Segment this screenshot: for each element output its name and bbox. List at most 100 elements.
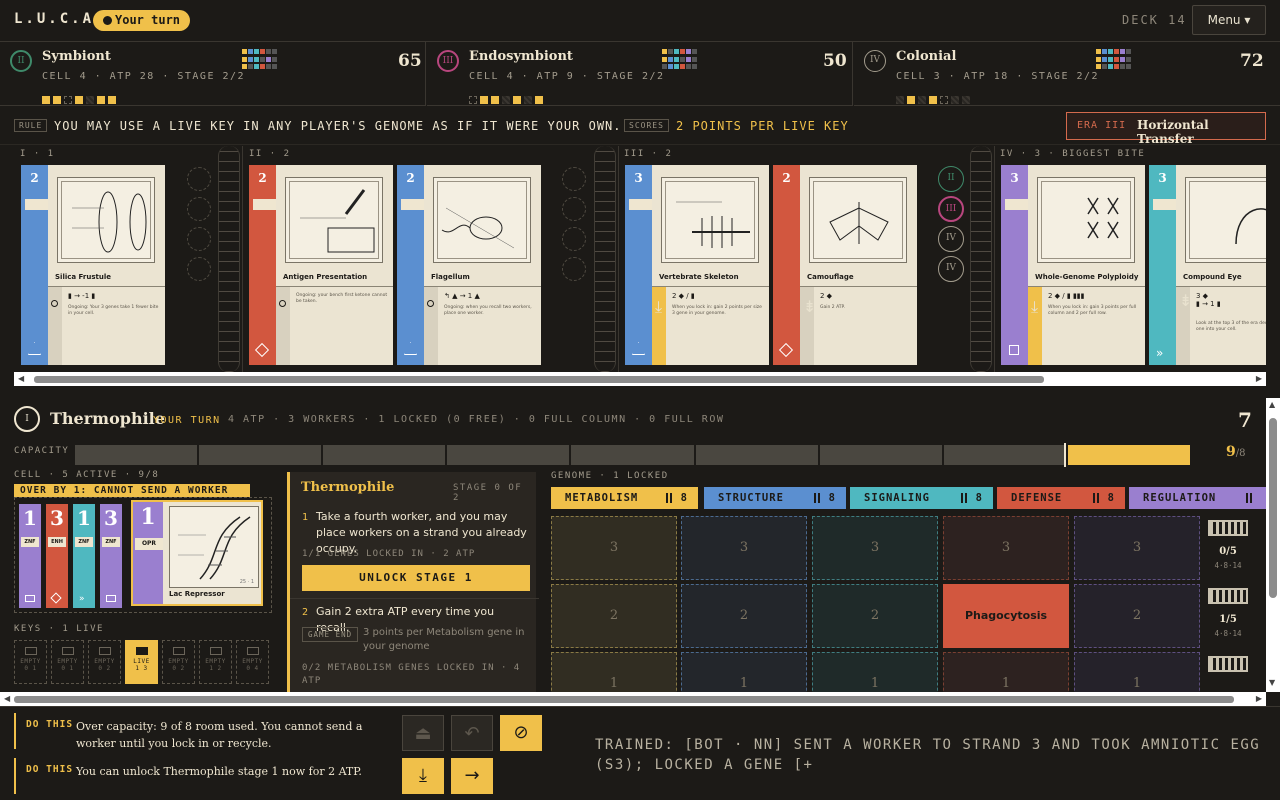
genome-slot[interactable]: 3	[551, 516, 677, 580]
deck-count: DECK 14	[1122, 13, 1187, 27]
worker-slot[interactable]	[562, 257, 586, 281]
key-icon	[98, 647, 111, 655]
cell-area[interactable]: 1 ZNF 3 ENH 1 ZNF» 3 ZNF 1 OPR 25 · 1 Lac Re…	[14, 497, 272, 613]
genome-column-metabolism[interactable]: METABOLISM 8	[551, 487, 698, 509]
capacity-segment	[695, 445, 818, 465]
send-worker-button[interactable]: ⏏	[402, 715, 444, 751]
gene-card[interactable]: 3 Whole-Genome Polyploidy ⤓ 2 ◆ / ▮ ▮▮▮ Wh…	[1001, 165, 1145, 365]
card-illustration	[809, 177, 907, 263]
scrollbar-thumb[interactable]	[14, 696, 1234, 703]
genome-slot[interactable]: 3	[812, 516, 938, 580]
genome-slot[interactable]: 2	[812, 584, 938, 648]
selected-gene-card[interactable]: 1 OPR 25 · 1 Lac Repressor	[131, 500, 263, 606]
capacity-label: CAPACITY	[14, 446, 70, 456]
gene-card[interactable]: 3 » Compound Eye ⇟ 3 ◆ ▮ → 1 ▮ Look at the …	[1149, 165, 1266, 365]
key-slot[interactable]: EMPTY 0 4	[236, 640, 269, 684]
genome-column-regulation[interactable]: REGULATION	[1129, 487, 1266, 509]
worker-token[interactable]: IV	[938, 256, 964, 282]
strand-track[interactable]: I · 1 II · 2 III · 2 IV · 3 · BIGGEST BI…	[14, 146, 1266, 372]
key-icon	[209, 647, 222, 655]
key-slot[interactable]: EMPTY 0 2	[88, 640, 121, 684]
genome-slot[interactable]: 2	[681, 584, 807, 648]
genome-slot[interactable]: 3	[681, 516, 807, 580]
player-panel-colonial[interactable]: IV Colonial 72 CELL 3 · ATP 18 · STAGE 2…	[854, 42, 1280, 106]
cell-gene-chip[interactable]: 1 ZNF	[19, 504, 41, 608]
genome-slot[interactable]: 1	[681, 652, 807, 692]
worker-token[interactable]: IV	[938, 226, 964, 252]
genome-slot[interactable]: 3	[1074, 516, 1200, 580]
scroll-left-icon[interactable]: ◀	[4, 694, 10, 703]
strand-label: II · 2	[249, 149, 291, 159]
scroll-right-icon[interactable]: ▶	[1256, 374, 1262, 383]
lock-in-button[interactable]: ⤓	[402, 758, 444, 794]
scroll-right-icon[interactable]: ▶	[1256, 694, 1262, 703]
game-end-text: 3 points per Metabolism gene in your gen…	[363, 627, 525, 652]
key-slot[interactable]: EMPTY 1 2	[199, 640, 232, 684]
worker-slot[interactable]	[562, 197, 586, 221]
era-badge: ERA III Horizontal Transfer	[1066, 112, 1266, 146]
cell-pips	[896, 89, 973, 104]
chevron-down-icon: »	[1156, 346, 1164, 360]
genome-column-signaling[interactable]: SIGNALING 8	[850, 487, 993, 509]
pass-button[interactable]: ⊘	[500, 715, 542, 751]
gene-card[interactable]: 2 Silica Frustule ▮ → -1 ▮ Ongoing: Your …	[21, 165, 165, 365]
scroll-down-icon[interactable]: ▼	[1269, 678, 1275, 687]
worker-slot[interactable]	[187, 167, 211, 191]
gene-card[interactable]: 2 Camouflage ⇟ 2 ◆ Gain 2 ATP.	[773, 165, 917, 365]
player-name: Colonial	[896, 49, 957, 64]
track-scrollbar[interactable]: ◀ ▶	[14, 372, 1266, 386]
worker-slot[interactable]	[562, 227, 586, 251]
player-stats: CELL 4 · ATP 9 · STAGE 2/2	[469, 71, 665, 82]
next-button[interactable]: →	[451, 758, 493, 794]
cell-gene-chip[interactable]: 3 ENH	[46, 504, 68, 608]
menu-button[interactable]: Menu ▾	[1192, 5, 1266, 35]
block-icon: ⊘	[513, 722, 529, 743]
cell-gene-chip[interactable]: 1 ZNF»	[73, 504, 95, 608]
key-icon	[246, 647, 259, 655]
worker-slot[interactable]	[187, 227, 211, 251]
worker-slot[interactable]	[187, 197, 211, 221]
gene-card[interactable]: 2 Antigen Presentation Ongoing: your ben…	[249, 165, 393, 365]
recall-button[interactable]: ↶	[451, 715, 493, 751]
capacity-bar	[75, 445, 1190, 465]
player-panel-symbiont[interactable]: II Symbiont 65 CELL 4 · ATP 28 · STAGE 2…	[0, 42, 426, 106]
cell-gene-chip[interactable]: 3 ZNF	[100, 504, 122, 608]
gene-card[interactable]: 3 Vertebrate Skeleton ⤓ 2 ◆ / ▮ When you l…	[625, 165, 769, 365]
unlock-stage-button[interactable]: UNLOCK STAGE 1	[302, 565, 530, 591]
genome-slot[interactable]: 1	[943, 652, 1069, 692]
key-slot[interactable]: EMPTY 0 2	[162, 640, 195, 684]
capacity-segment	[1067, 445, 1190, 465]
worker-token[interactable]: III	[938, 196, 964, 222]
key-slot-live[interactable]: LIVE 1 3	[125, 640, 158, 684]
scrollbar-thumb[interactable]	[1269, 418, 1277, 598]
genome-slot[interactable]: 1	[551, 652, 677, 692]
gene-card[interactable]: 2 Flagellum ↰ ▲ → 1 ▲ Ongoing: when you r…	[397, 165, 541, 365]
key-slot[interactable]: EMPTY 0 1	[51, 640, 84, 684]
vertical-scrollbar[interactable]: ▲ ▼	[1266, 398, 1280, 692]
genome-slot[interactable]: 3	[943, 516, 1069, 580]
genome-slot[interactable]: 2	[1074, 584, 1200, 648]
dna-strand-icon	[970, 146, 992, 372]
scores-text: 2 POINTS PER LIVE KEY	[676, 119, 849, 133]
horizontal-scrollbar[interactable]: ◀ ▶	[0, 692, 1266, 706]
player-panel-endosymbiont[interactable]: III Endosymbiont 50 CELL 4 · ATP 9 · STA…	[427, 42, 853, 106]
worker-token[interactable]: II	[938, 166, 964, 192]
locked-gene-phagocytosis[interactable]: Phagocytosis	[943, 584, 1069, 648]
genome-slot[interactable]: 2	[551, 584, 677, 648]
player-score: 65	[398, 51, 422, 71]
scrollbar-thumb[interactable]	[34, 376, 1044, 383]
genome-column-structure[interactable]: STRUCTURE 8	[704, 487, 846, 509]
capacity-segment	[199, 445, 322, 465]
worker-slot[interactable]	[187, 257, 211, 281]
scroll-up-icon[interactable]: ▲	[1269, 400, 1275, 409]
turn-indicator: Your turn	[93, 10, 191, 31]
genome-slot[interactable]: 1	[812, 652, 938, 692]
genome-column-defense[interactable]: DEFENSE 8	[997, 487, 1125, 509]
key-slot[interactable]: EMPTY 0 1	[14, 640, 47, 684]
genome-slot[interactable]: 1	[1074, 652, 1200, 692]
strand-label: IV · 3 · BIGGEST BITE	[1000, 149, 1146, 159]
player-score: 72	[1240, 51, 1264, 71]
worker-slot[interactable]	[562, 167, 586, 191]
scores-tag: SCORES	[624, 119, 669, 132]
scroll-left-icon[interactable]: ◀	[18, 374, 24, 383]
